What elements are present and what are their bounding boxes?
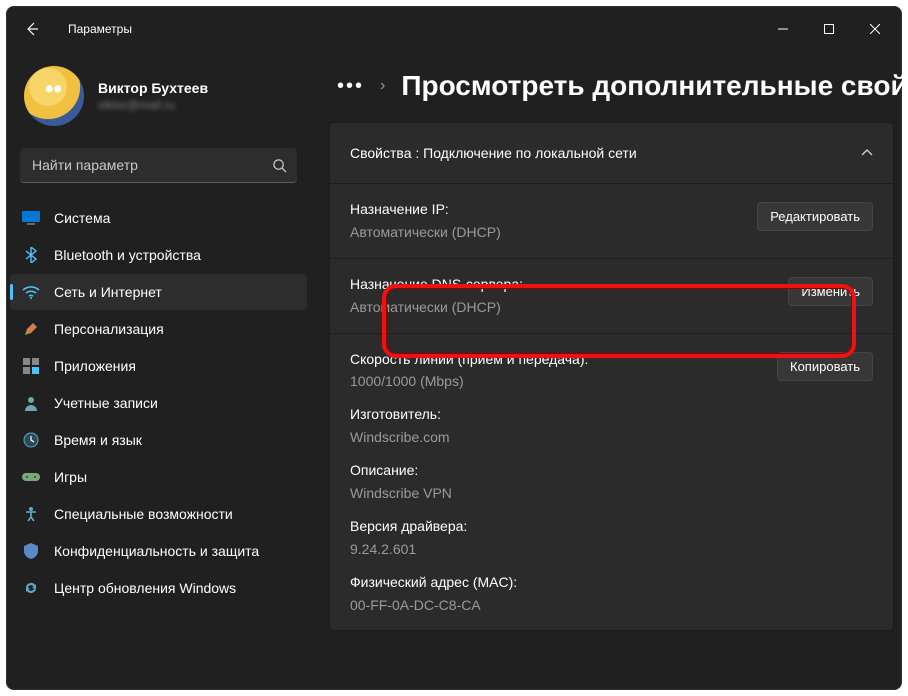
back-button[interactable] — [14, 11, 50, 47]
property-label: Скорость линии (прием и передача): — [350, 350, 765, 369]
breadcrumb: ••• › Просмотреть дополнительные свой — [311, 52, 902, 120]
user-email: viktor@mail.ru — [98, 98, 208, 112]
property-value: 9.24.2.601 — [350, 540, 765, 559]
window-title: Параметры — [68, 22, 132, 36]
accessibility-icon — [22, 505, 40, 523]
sidebar-item-label: Игры — [54, 469, 87, 485]
network-icon — [22, 283, 40, 301]
apps-icon — [22, 357, 40, 375]
sidebar-item-personalization[interactable]: Персонализация — [10, 311, 307, 347]
sidebar-item-time[interactable]: Время и язык — [10, 422, 307, 458]
property-label: Описание: — [350, 461, 765, 480]
sidebar-item-label: Учетные записи — [54, 395, 158, 411]
search-icon — [272, 158, 287, 173]
panel-header[interactable]: Свойства : Подключение по локальной сети — [330, 123, 893, 183]
property-value: Windscribe VPN — [350, 484, 765, 503]
search-input[interactable] — [20, 148, 297, 183]
sidebar-item-label: Конфиденциальность и защита — [54, 543, 259, 559]
sidebar-item-accessibility[interactable]: Специальные возможности — [10, 496, 307, 532]
bluetooth-icon — [22, 246, 40, 264]
user-name: Виктор Бухтеев — [98, 80, 208, 96]
sidebar-item-apps[interactable]: Приложения — [10, 348, 307, 384]
sidebar-item-label: Сеть и Интернет — [54, 284, 162, 300]
update-icon — [22, 579, 40, 597]
property-label: Назначение IP: — [350, 200, 745, 219]
property-value: Автоматически (DHCP) — [350, 298, 776, 317]
breadcrumb-more-icon[interactable]: ••• — [337, 75, 364, 98]
user-profile[interactable]: Виктор Бухтеев viktor@mail.ru — [6, 52, 311, 140]
chevron-right-icon: › — [380, 77, 385, 95]
sidebar-item-gaming[interactable]: Игры — [10, 459, 307, 495]
privacy-icon — [22, 542, 40, 560]
edit-ip-button[interactable]: Редактировать — [757, 202, 873, 231]
sidebar-item-update[interactable]: Центр обновления Windows — [10, 570, 307, 606]
close-button[interactable] — [852, 13, 898, 45]
property-row-dns: Назначение DNS-сервера: Автоматически (D… — [330, 258, 893, 333]
time-icon — [22, 431, 40, 449]
sidebar-item-label: Специальные возможности — [54, 506, 233, 522]
property-value: Windscribe.com — [350, 428, 765, 447]
avatar — [24, 66, 84, 126]
property-label: Версия драйвера: — [350, 517, 765, 536]
sidebar-item-label: Приложения — [54, 358, 136, 374]
sidebar-item-network[interactable]: Сеть и Интернет — [10, 274, 307, 310]
property-label: Изготовитель: — [350, 405, 765, 424]
maximize-button[interactable] — [806, 13, 852, 45]
sidebar-item-label: Система — [54, 210, 110, 226]
panel-title: Свойства : Подключение по локальной сети — [350, 145, 637, 161]
copy-button[interactable]: Копировать — [777, 352, 873, 381]
sidebar-item-privacy[interactable]: Конфиденциальность и защита — [10, 533, 307, 569]
minimize-button[interactable] — [760, 13, 806, 45]
property-row-details: Скорость линии (прием и передача): 1000/… — [330, 333, 893, 631]
sidebar-item-label: Время и язык — [54, 432, 142, 448]
page-title: Просмотреть дополнительные свой — [401, 70, 902, 102]
sidebar-item-bluetooth[interactable]: Bluetooth и устройства — [10, 237, 307, 273]
system-icon — [22, 209, 40, 227]
sidebar-item-label: Центр обновления Windows — [54, 580, 236, 596]
sidebar-item-system[interactable]: Система — [10, 200, 307, 236]
sidebar-item-accounts[interactable]: Учетные записи — [10, 385, 307, 421]
chevron-up-icon — [861, 149, 873, 157]
sidebar-item-label: Bluetooth и устройства — [54, 247, 201, 263]
search-field[interactable] — [30, 156, 272, 174]
property-row-ip: Назначение IP: Автоматически (DHCP) Реда… — [330, 184, 893, 258]
property-value: 00-FF-0A-DC-C8-CA — [350, 596, 765, 615]
property-label: Назначение DNS-сервера: — [350, 275, 776, 294]
property-value: Автоматически (DHCP) — [350, 223, 745, 242]
edit-dns-button[interactable]: Изменить — [788, 277, 873, 306]
sidebar-item-label: Персонализация — [54, 321, 164, 337]
gaming-icon — [22, 468, 40, 486]
accounts-icon — [22, 394, 40, 412]
property-label: Физический адрес (MAC): — [350, 573, 765, 592]
property-value: 1000/1000 (Mbps) — [350, 372, 765, 391]
personalization-icon — [22, 320, 40, 338]
properties-panel: Свойства : Подключение по локальной сети… — [329, 122, 894, 631]
